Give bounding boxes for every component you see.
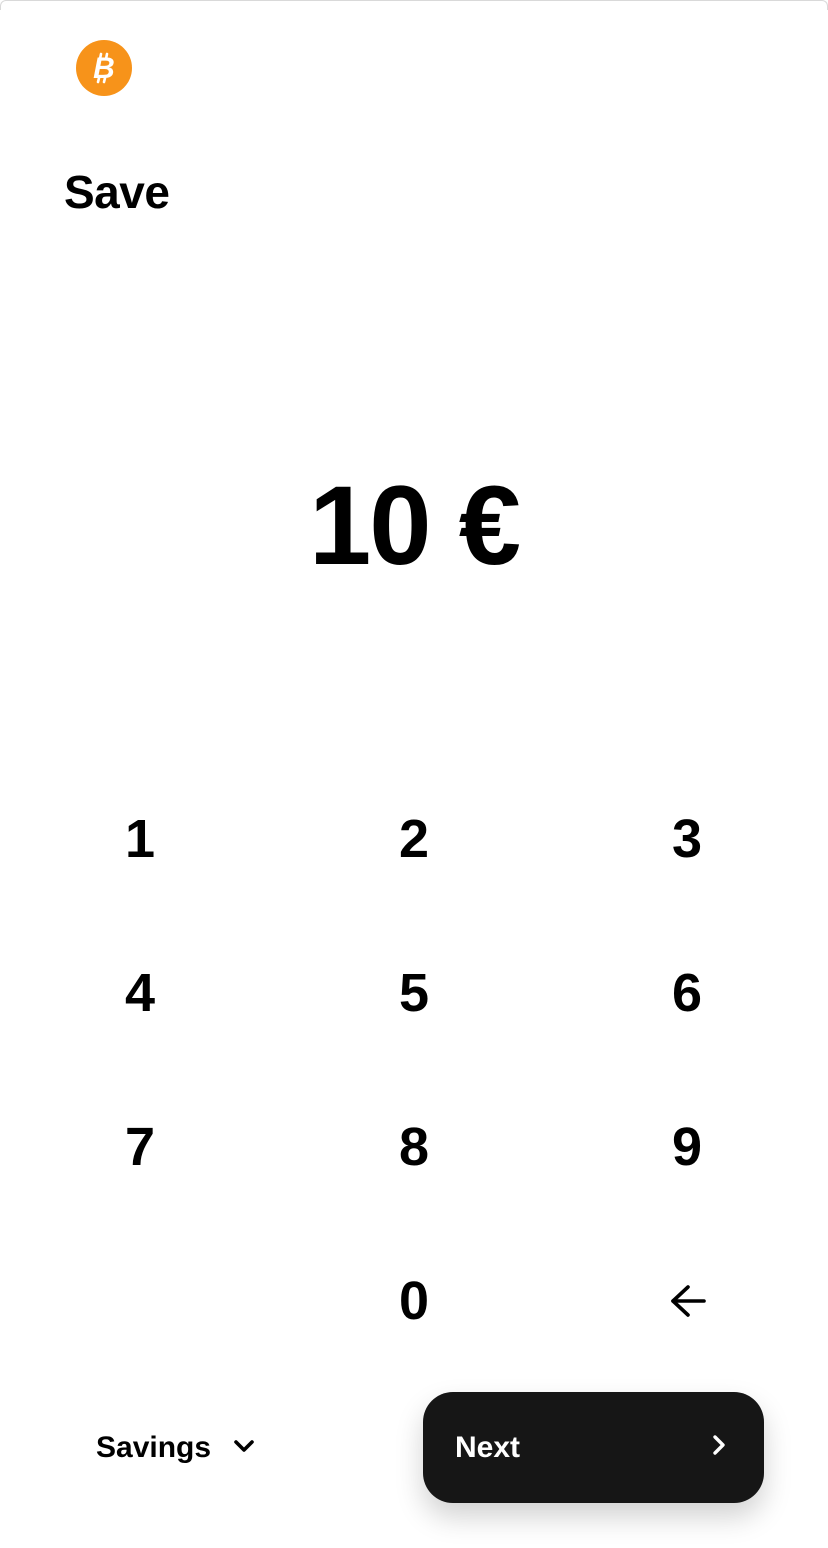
arrow-left-icon (667, 1284, 707, 1318)
key-6[interactable]: 6 (597, 938, 777, 1048)
next-label: Next (455, 1430, 521, 1464)
page-title: Save (64, 166, 170, 218)
key-7[interactable]: 7 (50, 1092, 230, 1202)
window-edge (0, 0, 828, 10)
save-screen: B Save 10 € 1 2 3 4 5 6 7 8 9 0 Savings … (0, 0, 828, 1548)
key-8[interactable]: 8 (324, 1092, 504, 1202)
amount-display: 10 € (309, 463, 521, 588)
key-1[interactable]: 1 (50, 784, 230, 894)
account-label: Savings (96, 1431, 212, 1464)
bitcoin-icon: B (76, 40, 132, 96)
account-dropdown[interactable]: Savings (96, 1420, 255, 1476)
key-9[interactable]: 9 (597, 1092, 777, 1202)
backspace-button[interactable] (597, 1246, 777, 1356)
key-4[interactable]: 4 (50, 938, 230, 1048)
next-button[interactable]: Next (423, 1392, 764, 1503)
key-5[interactable]: 5 (324, 938, 504, 1048)
chevron-right-icon (712, 1434, 726, 1461)
chevron-down-icon (233, 1439, 255, 1458)
key-0[interactable]: 0 (324, 1246, 504, 1356)
key-3[interactable]: 3 (597, 784, 777, 894)
numeric-keypad: 1 2 3 4 5 6 7 8 9 0 (0, 760, 828, 1380)
key-2[interactable]: 2 (324, 784, 504, 894)
